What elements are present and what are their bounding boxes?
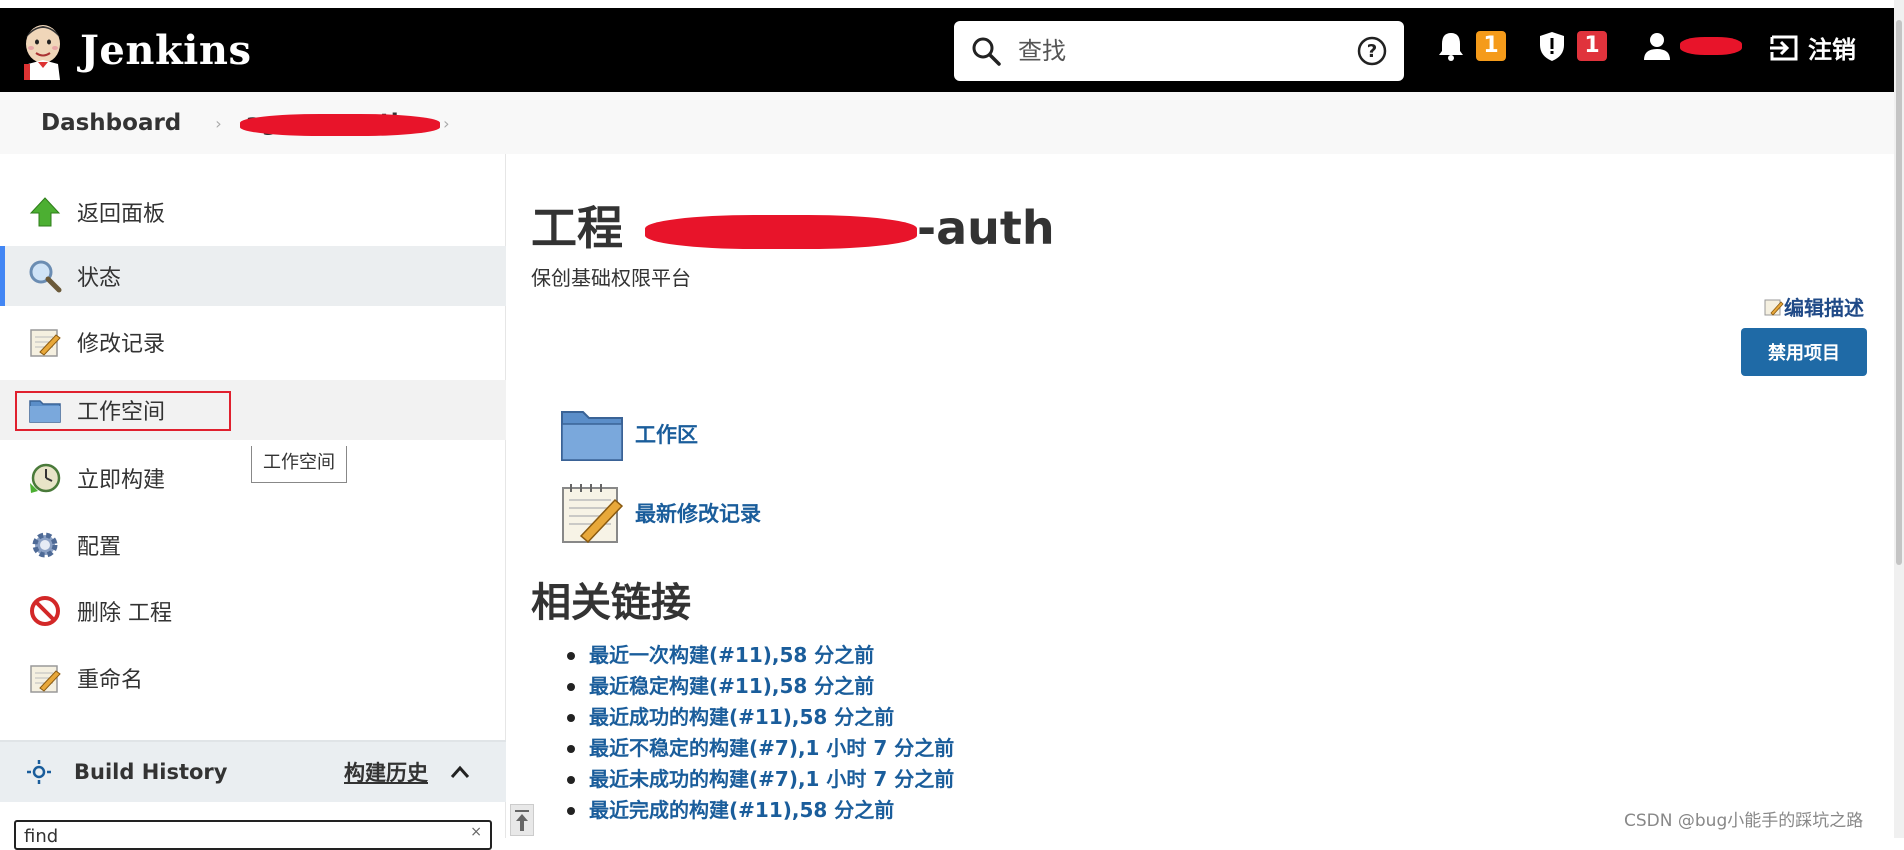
watermark: CSDN @bug小能手的踩坑之路 (1624, 811, 1864, 831)
user-menu[interactable] (1642, 30, 1742, 62)
redacted-username (1680, 37, 1742, 55)
workspace-link[interactable]: 工作区 (559, 404, 698, 464)
jenkins-butler-icon (24, 25, 60, 80)
permalinks-list: 最近一次构建(#11),58 分之前 最近稳定构建(#11),58 分之前 最近… (567, 640, 954, 826)
highlight-outline (15, 391, 231, 431)
bullet (567, 651, 575, 660)
permalink-last-stable[interactable]: 最近稳定构建(#11),58 分之前 (567, 671, 954, 702)
task-label: 重命名 (77, 668, 144, 693)
bullet (567, 713, 575, 722)
recent-changes-label: 最新修改记录 (635, 502, 761, 526)
sun-icon (27, 760, 51, 784)
task-label: 返回面板 (77, 202, 166, 227)
recent-changes-link[interactable]: 最新修改记录 (559, 480, 761, 546)
app-title: Jenkins (80, 26, 252, 74)
folder-icon (561, 411, 623, 461)
breadcrumb-dashboard[interactable]: Dashboard (41, 110, 181, 136)
search-icon (972, 37, 1001, 66)
build-history-filter[interactable]: × (14, 820, 492, 850)
help-icon[interactable]: ? (1356, 35, 1388, 67)
project-description: 保创基础权限平台 (531, 266, 691, 290)
logout-icon (1770, 35, 1798, 60)
workspace-link-label: 工作区 (635, 423, 698, 447)
task-status[interactable]: 状态 (0, 246, 506, 306)
redaction-mark (239, 114, 440, 136)
permalink-last-unsuccessful[interactable]: 最近未成功的构建(#7),1 小时 7 分之前 (567, 764, 954, 795)
jenkins-logo[interactable]: Jenkins (20, 20, 251, 80)
logout-button[interactable]: 注销 (1768, 30, 1856, 65)
notepad-icon (30, 665, 61, 693)
logout-label: 注销 (1808, 36, 1856, 64)
search-input[interactable] (1018, 37, 1338, 65)
arrow-to-top-icon (515, 810, 529, 831)
build-clock-icon (30, 463, 61, 493)
chevron-up-icon[interactable] (450, 765, 470, 779)
breadcrumb: Dashboard › agency-auth › (0, 92, 1894, 154)
task-build-now[interactable]: 立即构建 (0, 448, 506, 508)
user-icon (1644, 33, 1670, 60)
build-history-header: Build History 构建历史 (0, 740, 506, 802)
task-label: 修改记录 (77, 332, 166, 357)
bullet (567, 806, 575, 815)
gear-icon (32, 532, 58, 558)
breadcrumb-project[interactable]: agency-auth (239, 110, 440, 136)
up-arrow-icon (29, 197, 61, 227)
disable-project-button[interactable]: 禁用项目 (1741, 328, 1867, 376)
notifications-button[interactable]: 1 (1436, 30, 1506, 62)
bullet (567, 775, 575, 784)
scroll-to-top-button[interactable] (510, 804, 534, 836)
notepad-icon (30, 329, 61, 357)
find-input[interactable] (24, 826, 424, 847)
edit-description-label: 编辑描述 (1784, 296, 1864, 320)
permalink-last-completed[interactable]: 最近完成的构建(#11),58 分之前 (567, 795, 954, 826)
task-changes[interactable]: 修改记录 (0, 312, 506, 372)
page-title: 工程 -auth (531, 192, 1055, 258)
bullet (567, 744, 575, 753)
svg-text:?: ? (1367, 41, 1377, 62)
task-delete-project[interactable]: 删除 工程 (0, 581, 506, 641)
search-box[interactable]: ? (954, 21, 1404, 81)
task-label: 立即构建 (77, 468, 166, 493)
edit-description-link[interactable]: 编辑描述 (1764, 292, 1864, 321)
build-history-title: Build History (74, 760, 228, 784)
task-label: 配置 (77, 535, 122, 560)
permalink-last-unstable[interactable]: 最近不稳定的构建(#7),1 小时 7 分之前 (567, 733, 954, 764)
no-entry-icon (30, 596, 60, 626)
shield-icon (1540, 32, 1564, 61)
page-header: Jenkins ? 1 1 (0, 8, 1894, 92)
breadcrumb-separator: › (215, 113, 222, 133)
permalink-last-build[interactable]: 最近一次构建(#11),58 分之前 (567, 640, 954, 671)
security-button[interactable]: 1 (1537, 30, 1607, 62)
magnifier-icon (29, 260, 62, 293)
main-panel: 工程 -auth 保创基础权限平台 编辑描述 禁用项目 工作区 最新修改记录 相… (507, 154, 1894, 838)
scrollbar-thumb[interactable] (1896, 20, 1902, 565)
task-configure[interactable]: 配置 (0, 515, 506, 575)
task-back-to-dashboard[interactable]: 返回面板 (0, 182, 506, 242)
notepad-icon (1764, 299, 1784, 316)
breadcrumb-separator[interactable]: › (443, 114, 449, 133)
title-suffix: -auth (917, 201, 1055, 255)
task-label: 状态 (77, 266, 122, 291)
related-links-heading: 相关链接 (531, 580, 691, 626)
notepad-icon (562, 484, 624, 544)
build-history-link[interactable]: 构建历史 (344, 757, 428, 787)
bullet (567, 682, 575, 691)
redacted-project-name (645, 214, 918, 249)
bell-icon (1439, 33, 1463, 61)
security-badge: 1 (1577, 31, 1607, 61)
task-rename[interactable]: 重命名 (0, 648, 506, 708)
title-prefix: 工程 (531, 201, 623, 255)
task-label: 删除 工程 (77, 601, 172, 626)
permalink-last-successful[interactable]: 最近成功的构建(#11),58 分之前 (567, 702, 954, 733)
notifications-badge: 1 (1476, 31, 1506, 61)
